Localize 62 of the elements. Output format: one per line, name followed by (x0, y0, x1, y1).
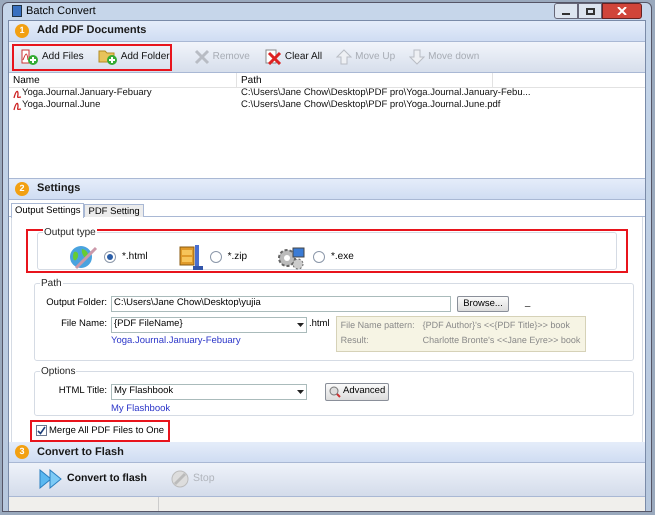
cross-icon (194, 48, 210, 64)
close-icon (617, 7, 627, 16)
close-button[interactable] (602, 3, 642, 20)
tab[interactable]: Output Settings (11, 202, 84, 218)
file-name-preview: Yoga.Journal.January-Febuary (111, 334, 242, 348)
tab[interactable]: PDF Setting (84, 204, 144, 216)
fast-forward-icon (39, 469, 63, 490)
output-folder-field[interactable]: C:\Users\Jane Chow\Desktop\yujia (111, 296, 451, 312)
radio-button[interactable] (313, 250, 326, 262)
table-cell-text: Yoga.Journal.January-Febuary (22, 86, 152, 100)
pattern-label: File Name pattern: (340, 318, 416, 332)
maximize-button[interactable] (578, 3, 602, 20)
merge-checkbox[interactable]: Merge All PDF Files to One (30, 420, 170, 442)
toolbar-button[interactable]: Add Files (13, 44, 90, 68)
field-label: Output Folder: (45, 296, 108, 310)
result-value: Charlotte Bronte's <<Jane Eyre>> book (422, 334, 581, 347)
up-arrow-icon (336, 48, 352, 64)
dash-mark: _ (525, 296, 530, 310)
dropdown-arrow-icon (297, 322, 304, 326)
radio-label[interactable]: *.exe (331, 249, 354, 264)
document-cross-icon (264, 48, 282, 64)
folder-plus-icon (98, 48, 118, 66)
toolbar-button[interactable]: Clear All (258, 44, 328, 68)
globe-icon (68, 244, 98, 270)
minimize-button[interactable] (554, 3, 578, 20)
extension-label: .html (308, 317, 330, 332)
down-arrow-icon (409, 48, 426, 64)
archive-icon (178, 242, 204, 270)
magnifier-icon (329, 386, 341, 398)
advanced-button[interactable]: Advanced (325, 382, 390, 400)
group-title: Options (40, 364, 76, 378)
radio-button[interactable] (210, 250, 222, 262)
step-number: 2 (15, 182, 29, 196)
column-header[interactable]: Name (9, 72, 237, 86)
dropdown-arrow-icon (297, 390, 304, 394)
column-header[interactable]: Path (237, 72, 493, 86)
html-title-dropdown[interactable]: My Flashbook (111, 384, 307, 400)
section-title: Convert to Flash (37, 444, 124, 460)
browse-button[interactable]: Browse... (457, 296, 509, 312)
app-icon (12, 5, 22, 18)
result-label: Result: (340, 334, 370, 346)
field-label: File Name: (60, 317, 108, 332)
table-cell-text: C:\Users\Jane Chow\Desktop\PDF pro\Yoga.Journal.January-Febu... (240, 86, 532, 100)
pattern-value: {PDF Author}'s <<{PDF Title}>> book (422, 318, 571, 332)
table-cell-text: Yoga.Journal.June (22, 98, 100, 112)
radio-label[interactable]: *.zip (228, 249, 248, 264)
window-title: Batch Convert (26, 4, 96, 19)
field-label: HTML Title: (58, 384, 108, 398)
section-title: Settings (37, 181, 80, 196)
toolbar-button[interactable]: Convert to flash (39, 469, 147, 490)
step-number: 3 (15, 444, 29, 459)
checkmark-icon (37, 426, 46, 436)
radio-button[interactable] (104, 250, 116, 262)
html-title-preview: My Flashbook (111, 402, 172, 416)
step-number: 1 (15, 24, 29, 38)
stop-icon (170, 470, 189, 488)
toolbar-button[interactable]: Add Folder (92, 44, 176, 68)
file-name-dropdown[interactable]: {PDF FileName} (111, 316, 307, 332)
document-plus-icon (19, 48, 39, 66)
section-title: Add PDF Documents (37, 23, 146, 38)
table-cell-text: C:\Users\Jane Chow\Desktop\PDF pro\Yoga.Journal.June.pdf (240, 98, 502, 112)
radio-label[interactable]: *.html (122, 249, 148, 264)
